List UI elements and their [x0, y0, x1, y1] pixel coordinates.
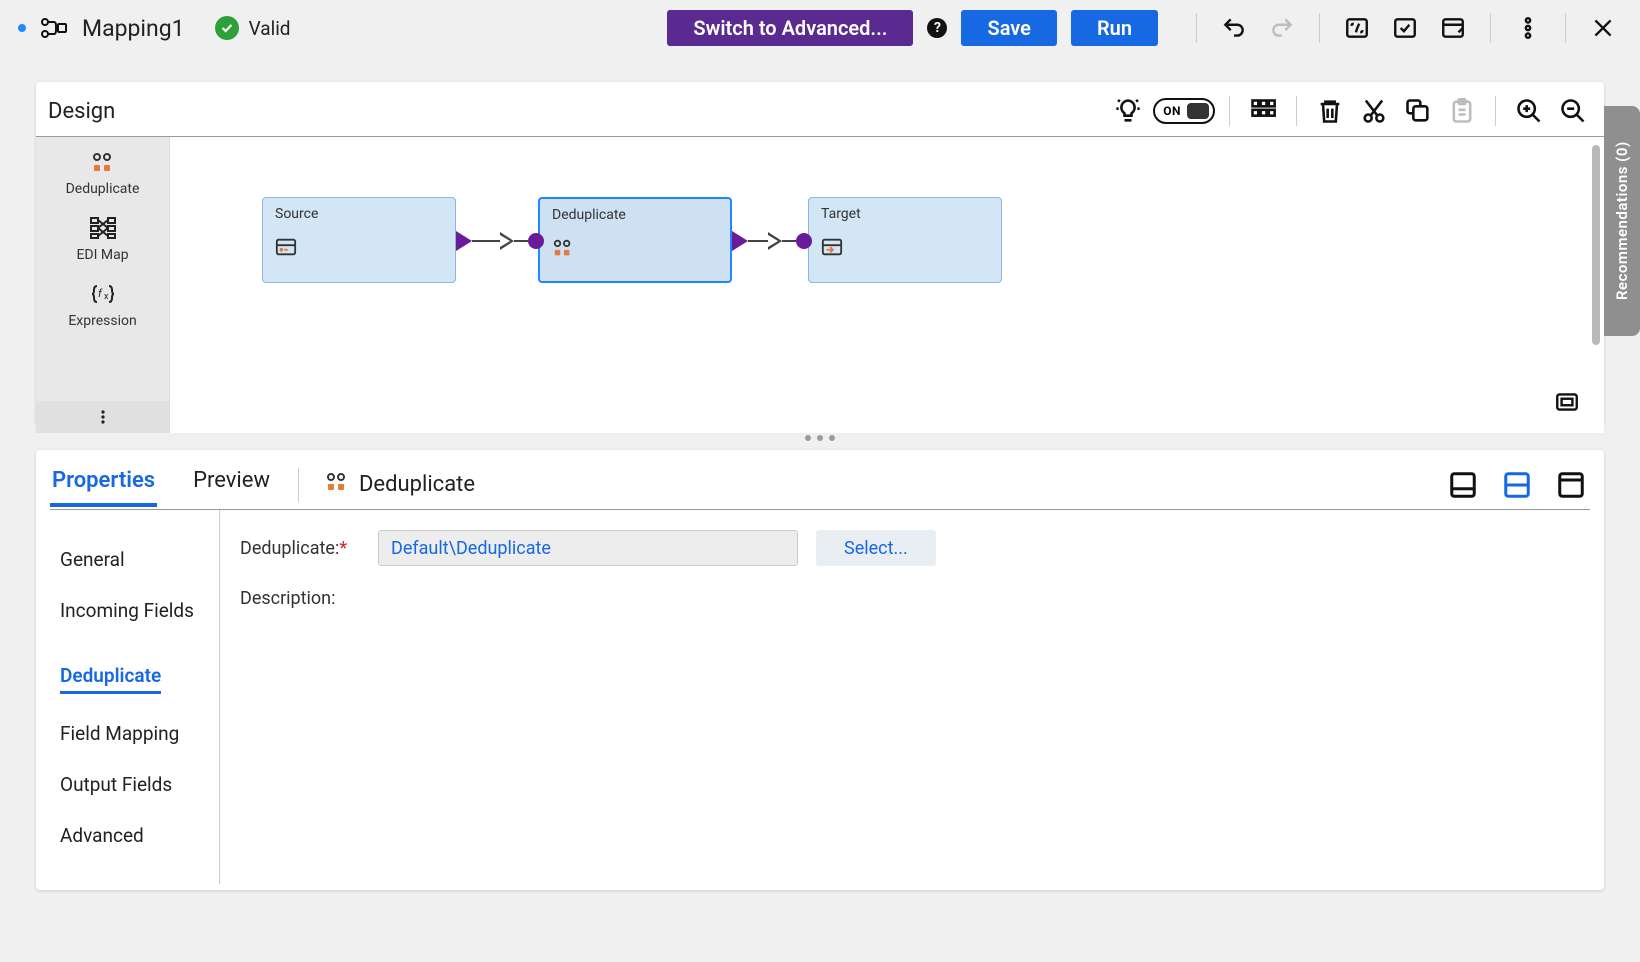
mapping-title: Mapping1 [82, 15, 185, 42]
dedup-label: Deduplicate:* [240, 538, 360, 559]
design-canvas-card: Design ON [36, 82, 1604, 426]
palette-label: EDI Map [40, 247, 165, 263]
paste-button[interactable] [1443, 92, 1481, 130]
separator [1319, 13, 1320, 43]
delete-button[interactable] [1311, 92, 1349, 130]
input-port-icon [528, 233, 544, 249]
node-label: Source [275, 206, 443, 222]
mapping-icon [40, 17, 68, 39]
palette-item-deduplicate[interactable]: Deduplicate [36, 137, 169, 203]
selected-transformation-heading: Deduplicate [325, 472, 475, 498]
layout-full-button[interactable] [1552, 466, 1590, 504]
separator [1495, 96, 1496, 126]
dedup-asset-field[interactable] [378, 530, 798, 566]
svg-text:x: x [104, 292, 109, 302]
unsaved-indicator [18, 24, 26, 32]
status-text: Valid [249, 17, 291, 40]
separator [1196, 13, 1197, 43]
recommendations-side-tab[interactable]: Recommendations (0) [1604, 106, 1640, 336]
top-toolbar: Mapping1 Valid Switch to Advanced... ? S… [0, 0, 1640, 56]
link-arrow-icon [768, 232, 782, 250]
connector-source-dedup[interactable] [456, 231, 544, 251]
palette-label: Deduplicate [40, 181, 165, 197]
node-deduplicate[interactable]: Deduplicate [538, 197, 732, 283]
toggle-knob [1187, 103, 1209, 119]
separator [298, 468, 299, 502]
layout-split-button[interactable] [1498, 466, 1536, 504]
palette-item-expression[interactable]: fx Expression [36, 269, 169, 335]
arrange-button[interactable] [1244, 92, 1282, 130]
properties-side-tabs: General Incoming Fields Deduplicate Fiel… [50, 510, 220, 884]
separator [1229, 96, 1230, 126]
input-port-icon [796, 233, 812, 249]
undo-button[interactable] [1215, 9, 1253, 47]
design-title: Design [48, 99, 115, 124]
target-icon [821, 236, 989, 262]
description-label: Description: [240, 588, 335, 609]
node-source[interactable]: Source [262, 197, 456, 283]
dedup-icon [552, 237, 718, 263]
toggle-label: ON [1163, 104, 1181, 118]
separator [1296, 96, 1297, 126]
cut-button[interactable] [1355, 92, 1393, 130]
minimap-button[interactable] [1548, 383, 1586, 421]
tab-preview[interactable]: Preview [191, 462, 272, 507]
palette-item-edimap[interactable]: EDI Map [36, 203, 169, 269]
properties-form: Deduplicate:* Select... Description: [220, 510, 1590, 884]
mapping-canvas[interactable]: Source Deduplicate Target [170, 137, 1604, 433]
sidetab-general[interactable]: General [60, 534, 219, 585]
more-menu-button[interactable] [1509, 9, 1547, 47]
selected-transformation-name: Deduplicate [359, 472, 475, 497]
switch-advanced-button[interactable]: Switch to Advanced... [667, 10, 913, 46]
node-label: Deduplicate [552, 207, 718, 223]
parameters-button[interactable] [1338, 9, 1376, 47]
save-button[interactable]: Save [961, 10, 1056, 46]
run-button[interactable]: Run [1071, 10, 1158, 46]
separator [1565, 13, 1566, 43]
canvas-scrollbar[interactable] [1592, 145, 1600, 345]
node-target[interactable]: Target [808, 197, 1002, 283]
properties-panel: Properties Preview Deduplicate General I… [36, 450, 1604, 890]
node-label: Target [821, 206, 989, 222]
sidetab-field-mapping[interactable]: Field Mapping [60, 708, 219, 759]
transformation-palette[interactable]: Deduplicate EDI Map fx Expression [36, 137, 170, 433]
output-port-icon [456, 231, 472, 251]
link-arrow-icon [500, 232, 514, 250]
validate-button[interactable] [1386, 9, 1424, 47]
suggestions-button[interactable] [1109, 92, 1147, 130]
select-asset-button[interactable]: Select... [816, 530, 936, 566]
sidetab-advanced[interactable]: Advanced [60, 810, 219, 861]
close-button[interactable] [1584, 9, 1622, 47]
expression-icon: fx [40, 279, 165, 309]
redo-button[interactable] [1263, 9, 1301, 47]
connector-dedup-target[interactable] [732, 231, 812, 251]
sidetab-incoming-fields[interactable]: Incoming Fields [60, 585, 219, 636]
valid-check-icon [215, 16, 239, 40]
sidetab-output-fields[interactable]: Output Fields [60, 759, 219, 810]
dedup-icon [325, 472, 349, 498]
layout-bottom-button[interactable] [1444, 466, 1482, 504]
palette-more-button[interactable] [36, 401, 169, 433]
edimap-icon [40, 213, 165, 243]
copy-button[interactable] [1399, 92, 1437, 130]
output-port-icon [732, 231, 748, 251]
palette-label: Expression [40, 313, 165, 329]
separator [1490, 13, 1491, 43]
dedup-icon [40, 147, 165, 177]
zoom-in-button[interactable] [1510, 92, 1548, 130]
sidetab-deduplicate[interactable]: Deduplicate [60, 650, 161, 694]
svg-text:f: f [98, 287, 103, 300]
suggestions-toggle[interactable]: ON [1153, 98, 1215, 124]
schedule-button[interactable] [1434, 9, 1472, 47]
tab-properties[interactable]: Properties [50, 462, 157, 507]
help-icon[interactable]: ? [927, 18, 947, 38]
zoom-out-button[interactable] [1554, 92, 1592, 130]
source-icon [275, 236, 443, 262]
